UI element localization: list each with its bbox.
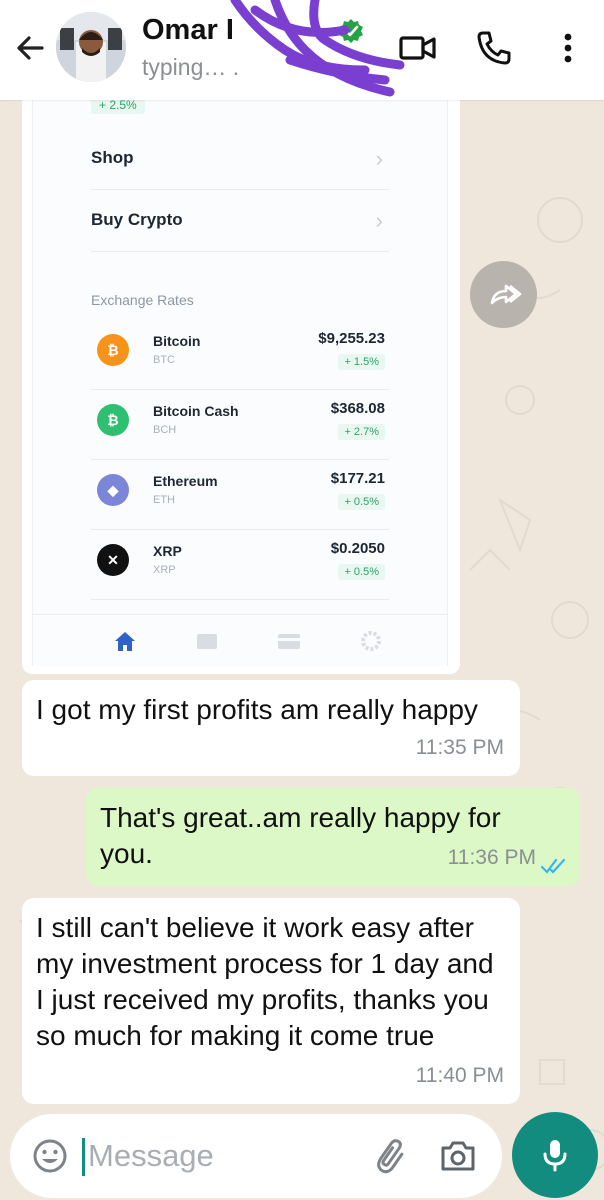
card-icon [278,634,300,649]
incoming-message[interactable]: I got my first profits am really happy 1… [22,680,520,776]
coin-symbol: XRP [153,564,176,576]
exchange-rates-title: Exchange Rates [91,292,194,308]
outgoing-message[interactable]: That's great..am really happy for you. 1… [86,788,580,886]
coin-change: + 0.5% [338,564,385,580]
menu-row-shop: Shop › [91,128,389,190]
menu-row-label: Buy Crypto [91,210,183,229]
coin-name: Bitcoin Cash [153,403,239,419]
bitcoin-logo-icon: ₿ [97,334,129,366]
coin-price: $0.2050 [330,540,385,557]
menu-row-label: Shop [91,148,134,167]
avatar[interactable] [56,12,126,82]
message-time: 11:40 PM [415,1064,504,1087]
coin-symbol: BCH [153,424,177,436]
coin-name: Bitcoin [153,333,201,349]
voice-message-button[interactable] [512,1112,598,1198]
message-text: I got my first profits am really happy [36,694,478,725]
verified-badge-icon [339,19,363,43]
coin-price: $177.21 [330,470,385,487]
coin-name: Ethereum [153,473,218,489]
chat-header: Omar I typing… . [0,0,604,100]
attach-button[interactable] [372,1136,412,1176]
paperclip-icon [377,1139,404,1174]
coin-symbol: ETH [153,494,175,506]
emoji-icon [33,1139,67,1173]
wallet-icon [197,634,217,649]
home-icon [115,632,135,651]
coin-row-bitcoin-cash: ₿ Bitcoin Cash BCH $368.08 + 2.7% [91,390,389,460]
message-input[interactable] [88,1132,358,1180]
video-call-button[interactable] [398,28,438,68]
chevron-right-icon: › [375,208,383,233]
coin-price: $9,255.23 [318,330,385,347]
forward-button[interactable] [470,261,537,328]
xrp-logo-icon: ✕ [97,544,129,576]
text-cursor [82,1138,85,1176]
phone-icon [477,31,511,65]
shared-screenshot[interactable]: + 2.5% Shop › Buy Crypto › Exchange Rate… [32,92,448,666]
emoji-button[interactable] [30,1136,70,1176]
coin-name: XRP [153,543,182,559]
typing-status: typing… . [142,54,240,80]
redaction-scribble [230,0,405,97]
more-options-button[interactable] [548,28,588,68]
message-text: I still can't believe it work easy after… [36,912,494,1051]
bitcoin-cash-logo-icon: ₿ [97,404,129,436]
message-time: 11:35 PM [415,736,504,759]
coin-row-xrp: ✕ XRP XRP $0.2050 + 0.5% [91,530,389,600]
coin-row-bitcoin: ₿ Bitcoin BTC $9,255.23 + 1.5% [91,320,389,390]
avatar-photo [56,12,126,82]
microphone-icon [543,1140,567,1172]
ethereum-logo-icon: ◆ [97,474,129,506]
voice-call-button[interactable] [474,28,514,68]
coin-change: + 0.5% [338,494,385,510]
app-tab-bar [33,614,447,666]
coin-price: $368.08 [330,400,385,417]
arrow-left-icon [17,36,44,60]
more-vert-icon [564,33,572,63]
chevron-right-icon: › [375,146,383,171]
contact-name[interactable]: Omar I [142,14,234,47]
double-check-icon [540,858,566,874]
settings-icon [361,631,381,651]
forward-icon [490,284,521,304]
message-time: 11:36 PM [447,846,536,869]
message-composer [10,1114,502,1198]
incoming-message[interactable]: I still can't believe it work easy after… [22,898,520,1104]
coin-symbol: BTC [153,354,175,366]
camera-button[interactable] [438,1136,478,1176]
back-button[interactable] [12,30,48,66]
video-camera-icon [399,36,436,60]
coin-row-ethereum: ◆ Ethereum ETH $177.21 + 0.5% [91,460,389,530]
coin-change: + 1.5% [338,354,385,370]
coin-change: + 2.7% [338,424,385,440]
menu-row-buy-crypto: Buy Crypto › [91,190,389,252]
camera-icon [441,1141,475,1171]
